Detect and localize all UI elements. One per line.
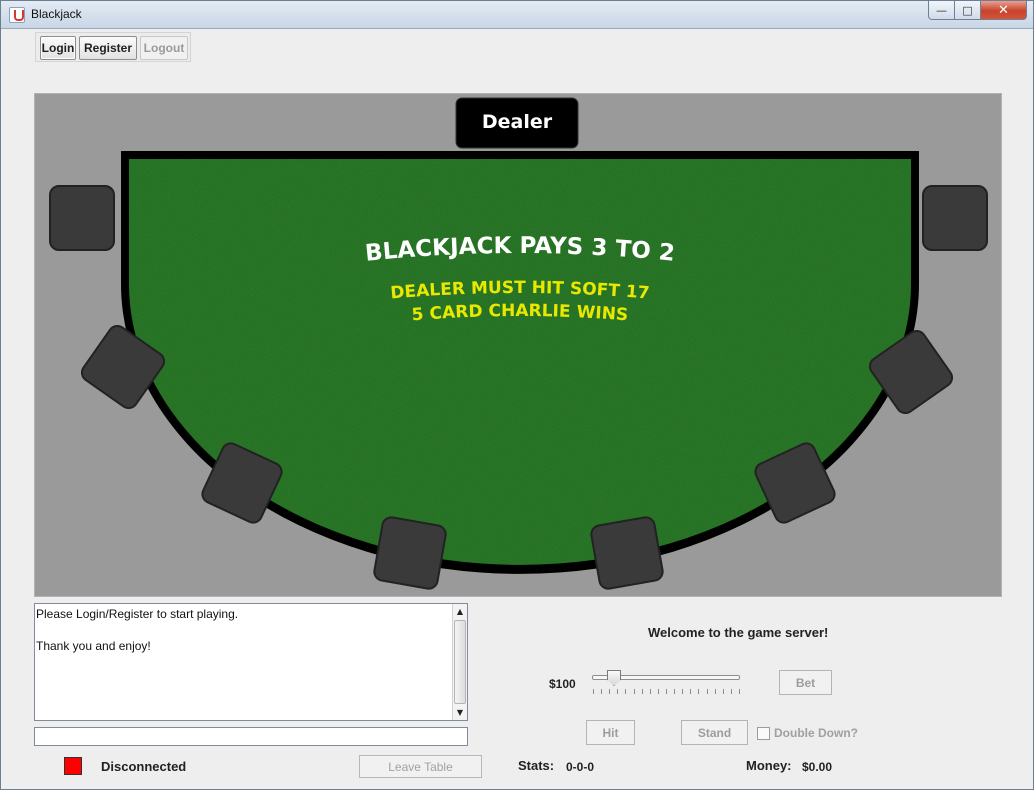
slider-tick bbox=[690, 689, 691, 694]
close-button[interactable]: ✕ bbox=[981, 1, 1027, 20]
chat-line: Please Login/Register to start playing. bbox=[36, 607, 239, 621]
table-graphic: Dealer BLACKJACK PAYS 3 TO 2 DEALER MUST… bbox=[49, 97, 988, 590]
minimize-icon: — bbox=[936, 3, 947, 17]
chat-input[interactable] bbox=[34, 727, 468, 746]
slider-tick bbox=[739, 689, 740, 694]
slider-tick bbox=[723, 689, 724, 694]
slider-tick bbox=[609, 689, 610, 694]
leave-table-button: Leave Table bbox=[359, 755, 482, 778]
stats-label: Stats: bbox=[518, 758, 555, 773]
chat-log[interactable]: Please Login/Register to start playing. … bbox=[34, 603, 468, 721]
slider-tick bbox=[650, 689, 651, 694]
seat-4 bbox=[373, 516, 447, 590]
hit-button: Hit bbox=[586, 720, 635, 745]
slider-tick bbox=[593, 689, 594, 694]
welcome-message: Welcome to the game server! bbox=[648, 625, 829, 640]
slider-tick bbox=[682, 689, 683, 694]
maximize-button[interactable]: □ bbox=[955, 1, 981, 20]
scroll-down-icon[interactable]: ▼ bbox=[453, 705, 467, 720]
bet-amount-label: $100 bbox=[549, 677, 576, 691]
chat-line: Thank you and enjoy! bbox=[36, 639, 151, 653]
slider-tick bbox=[634, 689, 635, 694]
close-icon: ✕ bbox=[998, 2, 1009, 18]
chat-scrollbar[interactable]: ▲ ▼ bbox=[452, 604, 467, 720]
dealer-label: Dealer bbox=[482, 111, 553, 133]
seat-8 bbox=[922, 185, 988, 251]
scroll-thumb[interactable] bbox=[454, 620, 466, 704]
logout-button: Logout bbox=[140, 36, 188, 60]
stats-value: 0-0-0 bbox=[566, 760, 595, 774]
scroll-up-icon[interactable]: ▲ bbox=[453, 604, 467, 619]
java-icon bbox=[9, 7, 25, 23]
bet-button: Bet bbox=[779, 670, 832, 695]
bet-slider[interactable] bbox=[592, 669, 742, 699]
bet-slider-ticks bbox=[593, 689, 741, 695]
app-window: Blackjack — □ ✕ Login Register Logout De… bbox=[0, 0, 1034, 790]
money-value: $0.00 bbox=[802, 760, 833, 774]
blackjack-table: Dealer BLACKJACK PAYS 3 TO 2 DEALER MUST… bbox=[34, 93, 1002, 597]
slider-tick bbox=[658, 689, 659, 694]
connection-status-indicator bbox=[64, 757, 82, 775]
minimize-button[interactable]: — bbox=[928, 1, 955, 20]
double-down-label: Double Down? bbox=[774, 726, 858, 740]
window-title: Blackjack bbox=[31, 7, 82, 21]
window-controls: — □ ✕ bbox=[928, 1, 1027, 21]
slider-tick bbox=[731, 689, 732, 694]
connection-status-text: Disconnected bbox=[101, 759, 187, 774]
maximize-icon: □ bbox=[962, 3, 973, 17]
slider-tick bbox=[698, 689, 699, 694]
title-bar[interactable]: Blackjack — □ ✕ bbox=[1, 1, 1033, 29]
seat-1 bbox=[49, 185, 115, 251]
slider-tick bbox=[707, 689, 708, 694]
slider-tick bbox=[601, 689, 602, 694]
stand-button: Stand bbox=[681, 720, 748, 745]
seat-5 bbox=[590, 516, 664, 590]
chat-messages: Please Login/Register to start playing. … bbox=[36, 606, 238, 654]
slider-tick bbox=[666, 689, 667, 694]
register-button[interactable]: Register bbox=[79, 36, 137, 60]
money-label: Money: bbox=[746, 758, 792, 773]
double-down-checkbox bbox=[757, 727, 770, 740]
chat-line bbox=[36, 622, 238, 638]
slider-tick bbox=[715, 689, 716, 694]
slider-tick bbox=[625, 689, 626, 694]
slider-tick bbox=[642, 689, 643, 694]
account-toolbar: Login Register Logout bbox=[35, 32, 191, 62]
login-button[interactable]: Login bbox=[40, 36, 76, 60]
slider-tick bbox=[674, 689, 675, 694]
bet-slider-thumb[interactable] bbox=[607, 670, 621, 686]
slider-tick bbox=[617, 689, 618, 694]
